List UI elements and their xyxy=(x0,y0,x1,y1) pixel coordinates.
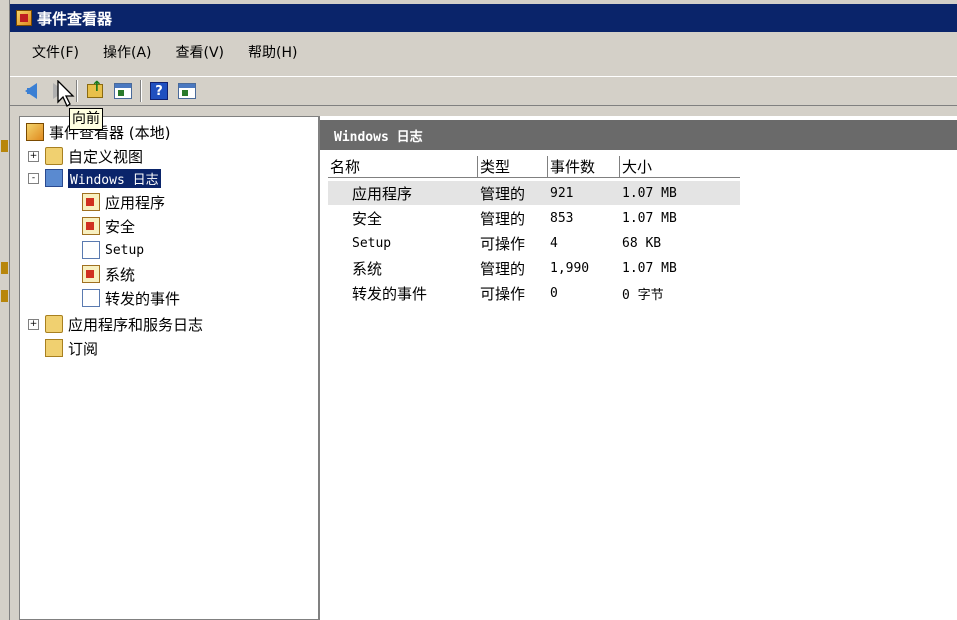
tree-item-application[interactable]: 应用程序 xyxy=(82,191,165,213)
list-row[interactable]: Setup 可操作 4 68 KB xyxy=(328,231,740,255)
tree-item-setup[interactable]: Setup xyxy=(82,239,144,261)
cell-size: 1.07 MB xyxy=(622,210,677,226)
tree-item-label: 应用程序 xyxy=(105,193,166,212)
cell-size: 68 KB xyxy=(622,235,662,251)
back-button[interactable] xyxy=(20,80,42,102)
list-header: 名称 类型 事件数 大小 xyxy=(328,156,740,178)
background-icon xyxy=(1,140,8,152)
cell-type: 管理的 xyxy=(480,184,526,203)
background-window-edge xyxy=(0,0,10,620)
title-bar[interactable]: 事件查看器 xyxy=(10,4,957,32)
tree-item-label: 安全 xyxy=(105,217,136,236)
toolbar-separator xyxy=(76,80,78,102)
toolbar-separator xyxy=(140,80,142,102)
column-header-size[interactable]: 大小 xyxy=(620,156,740,178)
tree-item-forwarded-events[interactable]: 转发的事件 xyxy=(82,287,180,309)
cell-name: Setup xyxy=(352,235,392,251)
cell-size: 1.07 MB xyxy=(622,260,677,276)
cell-name: 转发的事件 xyxy=(352,284,428,303)
tree-item-label: Setup xyxy=(105,242,145,258)
tree-item-label: 事件查看器 (本地) xyxy=(49,123,171,142)
cell-type: 可操作 xyxy=(480,284,526,303)
cell-name: 应用程序 xyxy=(352,184,413,203)
show-hide-tree-icon xyxy=(114,83,132,99)
event-viewer-icon xyxy=(16,10,32,26)
cell-type: 管理的 xyxy=(480,209,526,228)
menu-view[interactable]: 查看(V) xyxy=(172,40,229,64)
tree-item-label: 订阅 xyxy=(68,339,99,358)
cell-type: 管理的 xyxy=(480,259,526,278)
background-icon xyxy=(1,290,8,302)
tree-item-label: Windows 日志 xyxy=(67,167,162,189)
cell-count: 853 xyxy=(550,210,574,226)
cell-count: 4 xyxy=(550,235,558,251)
tree-item-custom-views[interactable]: + 自定义视图 xyxy=(28,145,143,167)
menu-action[interactable]: 操作(A) xyxy=(99,40,156,64)
cell-size: 1.07 MB xyxy=(622,185,677,201)
background-icon xyxy=(1,262,8,274)
list-row[interactable]: 系统 管理的 1,990 1.07 MB xyxy=(328,256,740,280)
log-icon xyxy=(82,241,100,259)
tree-item-label: 系统 xyxy=(105,265,136,284)
menu-file[interactable]: 文件(F) xyxy=(28,40,83,64)
column-header-count[interactable]: 事件数 xyxy=(548,156,620,178)
console-tree: 事件查看器 (本地) + 自定义视图 - Windows 日志 应用程序 安全 … xyxy=(19,116,319,620)
results-pane-title: Windows 日志 xyxy=(334,129,423,145)
toolbar-tooltip: 向前 xyxy=(69,108,103,130)
log-warning-icon xyxy=(82,265,100,283)
results-pane-header: Windows 日志 xyxy=(320,120,957,150)
help-icon: ? xyxy=(150,82,168,100)
help-button[interactable]: ? xyxy=(148,80,170,102)
mouse-cursor-icon xyxy=(57,80,75,107)
cell-count: 1,990 xyxy=(550,260,590,276)
subscription-icon xyxy=(45,339,63,357)
cell-name: 安全 xyxy=(352,209,383,228)
cell-type: 可操作 xyxy=(480,234,526,253)
log-icon xyxy=(82,289,100,307)
tree-item-subscriptions[interactable]: 订阅 xyxy=(45,337,98,359)
results-pane: Windows 日志 名称 类型 事件数 大小 应用程序 管理的 921 1.0… xyxy=(319,116,957,620)
windows-logs-icon xyxy=(45,169,63,187)
back-arrow-icon xyxy=(25,83,37,99)
event-viewer-window: 事件查看器 文件(F) 操作(A) 查看(V) 帮助(H) ? 事件查看器 (本… xyxy=(10,0,957,620)
folder-icon xyxy=(45,147,63,165)
cell-count: 0 xyxy=(550,285,558,301)
log-warning-icon xyxy=(82,193,100,211)
toolbar: ? xyxy=(10,76,957,106)
show-hide-action-pane-button[interactable] xyxy=(176,80,198,102)
tree-item-security[interactable]: 安全 xyxy=(82,215,135,237)
collapse-icon[interactable]: - xyxy=(28,172,39,184)
menu-bar: 文件(F) 操作(A) 查看(V) 帮助(H) xyxy=(10,38,957,66)
tree-item-app-services-logs[interactable]: + 应用程序和服务日志 xyxy=(28,313,203,335)
list-row[interactable]: 转发的事件 可操作 0 0 字节 xyxy=(328,281,740,305)
tree-item-label: 应用程序和服务日志 xyxy=(68,315,204,334)
tree-item-system[interactable]: 系统 xyxy=(82,263,135,285)
cell-count: 921 xyxy=(550,185,574,201)
tree-item-windows-logs[interactable]: - Windows 日志 xyxy=(28,167,162,189)
log-warning-icon xyxy=(82,217,100,235)
menu-help[interactable]: 帮助(H) xyxy=(244,40,301,64)
list-row[interactable]: 应用程序 管理的 921 1.07 MB xyxy=(328,181,740,205)
expand-icon[interactable]: + xyxy=(28,318,39,330)
column-header-type[interactable]: 类型 xyxy=(478,156,548,178)
expand-icon[interactable]: + xyxy=(28,150,39,162)
show-hide-tree-button[interactable] xyxy=(112,80,134,102)
cell-size: 0 字节 xyxy=(622,287,664,303)
tree-item-label: 自定义视图 xyxy=(68,147,144,166)
column-header-name[interactable]: 名称 xyxy=(328,156,478,178)
up-folder-icon xyxy=(87,79,103,98)
list-row[interactable]: 安全 管理的 853 1.07 MB xyxy=(328,206,740,230)
folder-icon xyxy=(45,315,63,333)
up-one-level-button[interactable] xyxy=(84,79,106,102)
tree-item-label: 转发的事件 xyxy=(105,289,181,308)
cell-name: 系统 xyxy=(352,259,383,278)
show-hide-action-pane-icon xyxy=(178,83,196,99)
window-title: 事件查看器 xyxy=(37,9,113,28)
event-viewer-icon xyxy=(26,123,44,141)
